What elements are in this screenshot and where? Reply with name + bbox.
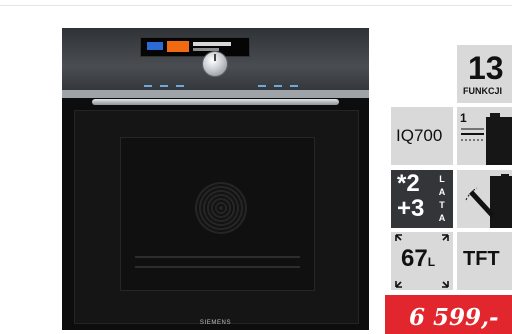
price-badge[interactable]: 6 599,- bbox=[385, 295, 512, 334]
oven-door-handle bbox=[92, 99, 339, 105]
badge-series: IQ700 bbox=[391, 107, 453, 165]
badge-functions: 13 FUNKCJI bbox=[457, 45, 512, 103]
warranty-letter: A bbox=[438, 187, 446, 197]
functions-label: FUNKCJI bbox=[463, 86, 503, 96]
series-label: IQ700 bbox=[396, 126, 443, 145]
soft-close-door-icon bbox=[465, 174, 512, 228]
touch-control bbox=[258, 85, 266, 87]
oven-steel-strip bbox=[62, 90, 369, 98]
touch-control bbox=[176, 85, 184, 87]
oven-rack bbox=[135, 266, 300, 268]
heating-elements-icon bbox=[461, 113, 512, 165]
oven-product-image[interactable]: SIEMENS bbox=[62, 28, 369, 330]
oven-tft-display bbox=[140, 37, 250, 57]
capacity-value: 67L bbox=[401, 245, 436, 272]
warranty-base: *2 bbox=[397, 170, 420, 197]
warranty-letter: L bbox=[439, 174, 445, 184]
badge-door bbox=[457, 170, 512, 228]
top-divider bbox=[0, 5, 512, 6]
oven-door bbox=[74, 110, 359, 324]
badge-capacity: 67L bbox=[391, 232, 453, 290]
oven-fan-cover bbox=[195, 182, 247, 234]
warranty-years-label: L A T A bbox=[435, 173, 449, 225]
capacity-unit: L bbox=[427, 255, 436, 269]
price-value: 6 599,- bbox=[409, 304, 499, 331]
oven-rack bbox=[135, 256, 300, 258]
touch-control bbox=[144, 85, 152, 87]
functions-count: 13 bbox=[468, 50, 504, 86]
display-type: TFT bbox=[463, 248, 500, 270]
oven-control-knob bbox=[202, 51, 228, 77]
oven-brand-label: SIEMENS bbox=[199, 320, 232, 326]
warranty-letter: A bbox=[438, 213, 446, 223]
oven-door-window bbox=[120, 137, 315, 291]
badge-heating: 1 bbox=[457, 107, 512, 165]
oven-control-panel bbox=[62, 28, 369, 98]
warranty-letter: T bbox=[439, 200, 445, 210]
badge-display: TFT bbox=[457, 232, 512, 290]
touch-control bbox=[160, 85, 168, 87]
badge-warranty: *2 +3 L A T A bbox=[391, 170, 453, 228]
warranty-extra: +3 bbox=[397, 195, 425, 222]
touch-control bbox=[290, 85, 298, 87]
touch-control bbox=[274, 85, 282, 87]
